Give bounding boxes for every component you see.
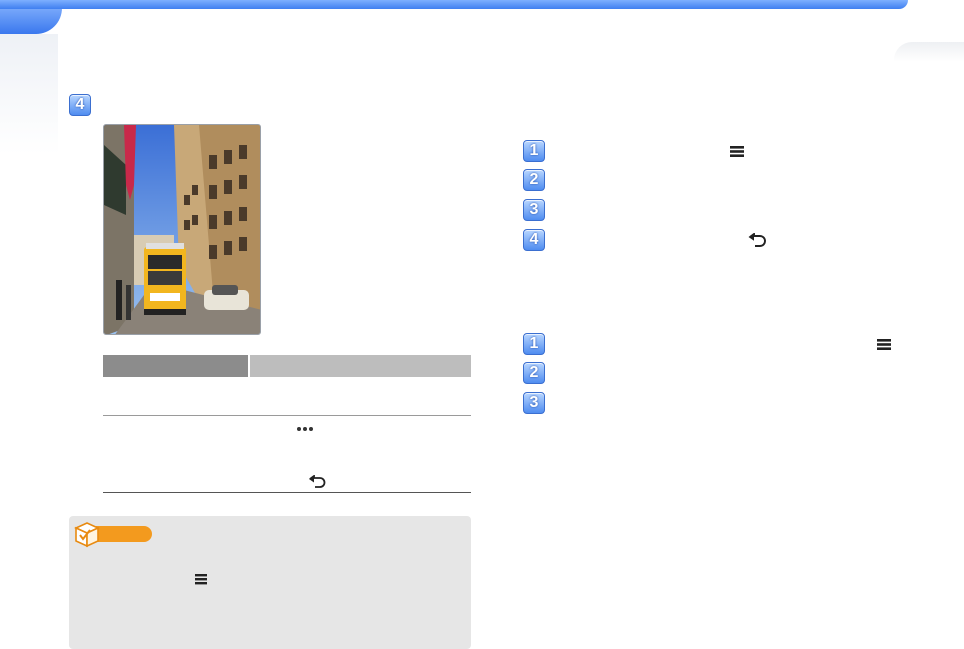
step-badge-4: 4 — [69, 94, 91, 116]
step-badge-3: 3 — [523, 199, 545, 221]
menu-icon — [877, 338, 891, 356]
menu-icon — [730, 145, 744, 163]
menu-icon — [195, 572, 207, 590]
note-check-icon — [73, 520, 101, 553]
table-divider — [103, 415, 471, 416]
tram-photo — [103, 124, 261, 335]
header-bar — [0, 0, 908, 9]
table-header-right — [250, 355, 471, 377]
step-badge-2: 2 — [523, 362, 545, 384]
step-badge-2: 2 — [523, 169, 545, 191]
step-badge-1: 1 — [523, 333, 545, 355]
step-badge-3: 3 — [523, 392, 545, 414]
left-margin-shade — [0, 34, 58, 154]
right-edge-tab — [894, 42, 964, 62]
step-badge-4: 4 — [523, 229, 545, 251]
back-arrow-icon — [307, 474, 327, 494]
note-label-pill — [96, 526, 152, 542]
back-arrow-icon — [746, 232, 768, 253]
step-badge-1: 1 — [523, 140, 545, 162]
more-dots-icon — [296, 421, 314, 439]
table-bottom-rule — [103, 492, 471, 493]
table-header-left — [103, 355, 248, 377]
page-body-corner — [58, 9, 938, 69]
